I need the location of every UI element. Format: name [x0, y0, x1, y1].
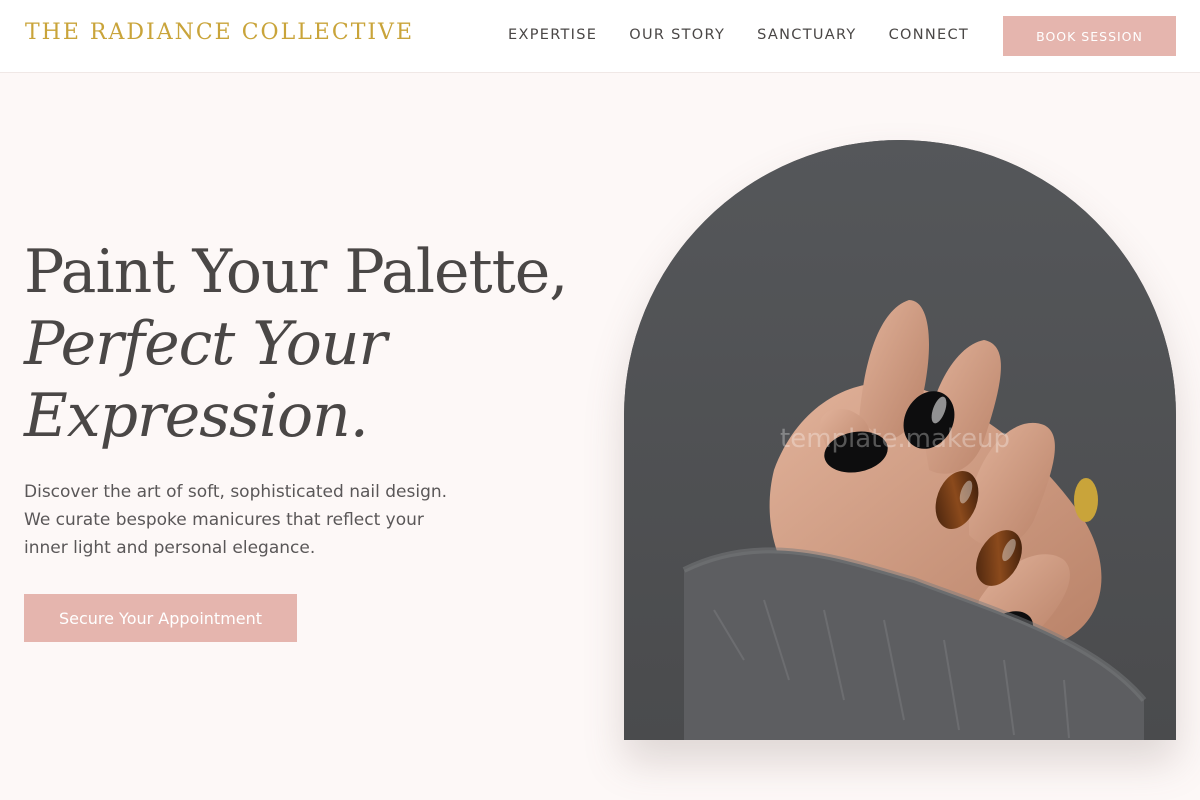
landing-page: THE RADIANCE COLLECTIVE EXPERTISE OUR ST… — [0, 0, 1200, 800]
nav-connect[interactable]: CONNECT — [889, 27, 969, 43]
hero-description-line-1: Discover the art of soft, sophisticated … — [24, 482, 448, 502]
watermark-text: template.makeup — [780, 424, 1011, 454]
main-nav: EXPERTISE OUR STORY SANCTUARY CONNECT — [508, 27, 969, 43]
hero-description: Discover the art of soft, sophisticated … — [24, 478, 494, 562]
nav-our-story[interactable]: OUR STORY — [629, 27, 725, 43]
secure-appointment-button[interactable]: Secure Your Appointment — [24, 594, 297, 642]
hero-title: Paint Your Palette, Perfect Your Express… — [24, 236, 614, 452]
hero-title-line-3: Expression. — [24, 381, 369, 451]
nav-sanctuary[interactable]: SANCTUARY — [757, 27, 856, 43]
hero-title-line-2: Perfect Your — [24, 309, 387, 379]
site-header: THE RADIANCE COLLECTIVE EXPERTISE OUR ST… — [0, 0, 1200, 73]
nav-expertise[interactable]: EXPERTISE — [508, 27, 597, 43]
brand-logo[interactable]: THE RADIANCE COLLECTIVE — [25, 20, 414, 45]
hero-description-line-3: inner light and personal elegance. — [24, 538, 316, 558]
hero-title-line-1: Paint Your Palette, — [24, 237, 568, 307]
book-session-button[interactable]: BOOK SESSION — [1003, 16, 1176, 56]
hero-description-line-2: We curate bespoke manicures that reflect… — [24, 510, 424, 530]
